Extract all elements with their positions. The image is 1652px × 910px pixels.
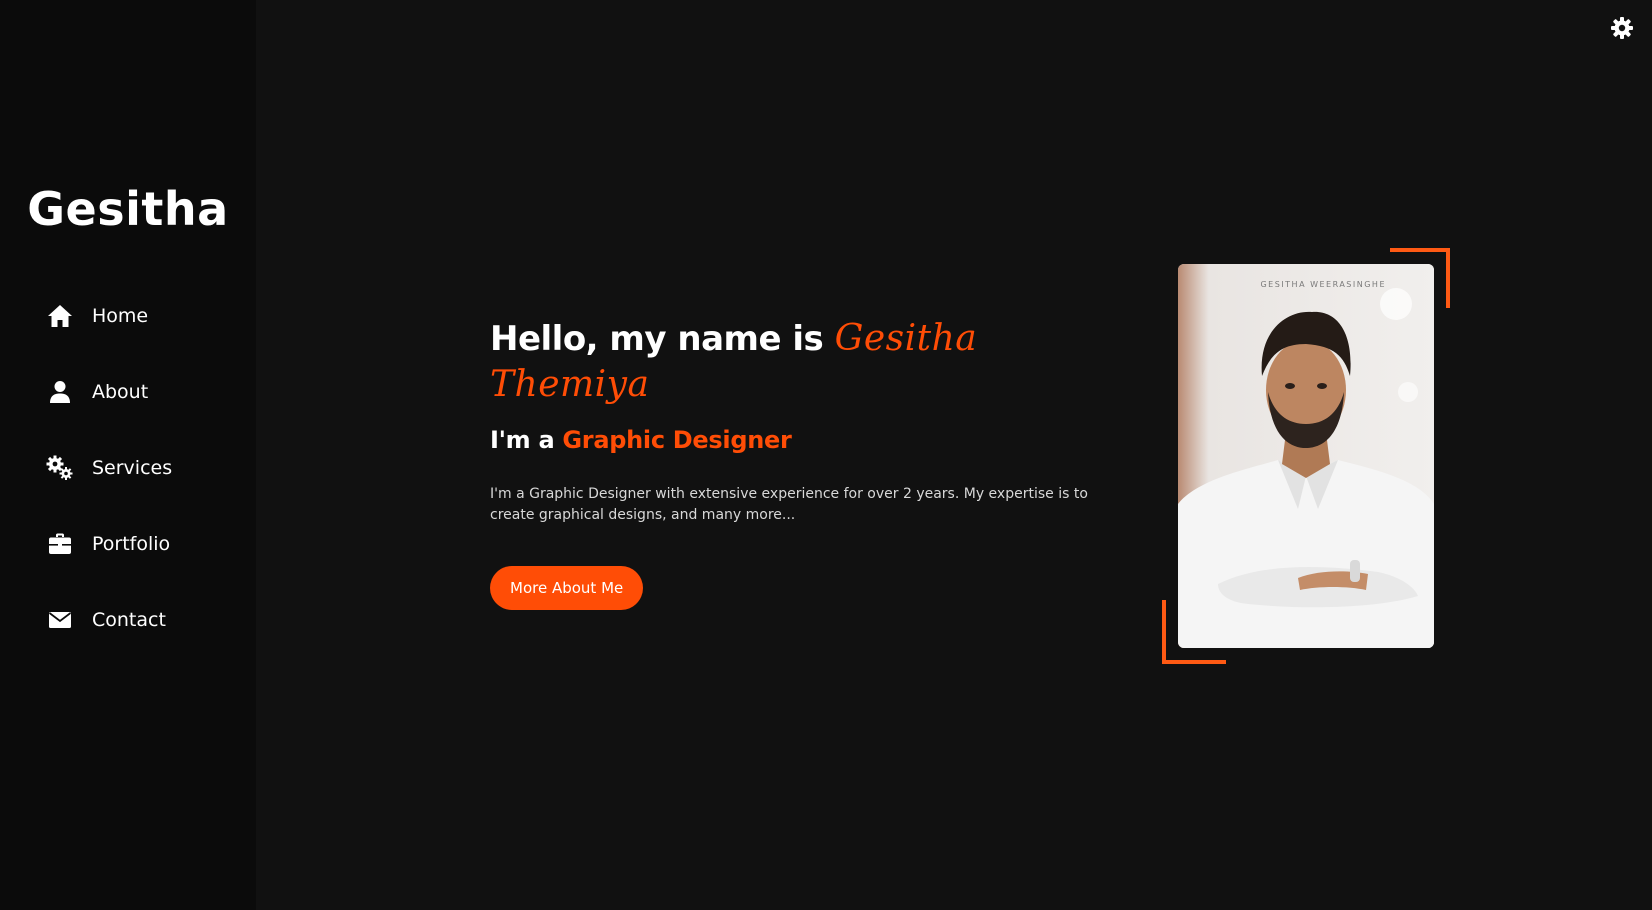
hero-title-prefix: Hello, my name is — [490, 319, 835, 359]
hero-description: I'm a Graphic Designer with extensive ex… — [490, 486, 1088, 523]
gears-icon — [46, 454, 74, 482]
sidebar-item-services[interactable]: Services — [0, 444, 256, 492]
sidebar-item-label: Portfolio — [92, 533, 171, 555]
page: Gesitha Home About Services Portfolio Co… — [0, 0, 1652, 910]
portrait-watermark: GESITHA WEERASINGHE — [1260, 280, 1386, 289]
hero-title: Hello, my name is Gesitha Themiya — [490, 316, 1130, 408]
sidebar-nav: Home About Services Portfolio Contact — [0, 292, 256, 672]
sidebar-item-label: Home — [92, 305, 149, 327]
profile-photo: GESITHA WEERASINGHE — [1178, 264, 1434, 648]
sidebar-item-contact[interactable]: Contact — [0, 596, 256, 644]
sidebar-item-about[interactable]: About — [0, 368, 256, 416]
briefcase-icon — [46, 530, 74, 558]
logo[interactable]: Gesitha — [0, 178, 256, 240]
portrait-illustration — [1178, 264, 1434, 648]
portrait-frame: GESITHA WEERASINGHE — [1162, 248, 1450, 664]
sidebar-item-label: Services — [92, 457, 173, 479]
sidebar: Gesitha Home About Services Portfolio Co… — [0, 0, 256, 910]
home-icon — [46, 302, 74, 330]
hero-section: Hello, my name is Gesitha Themiya I'm a … — [490, 316, 1130, 610]
envelope-icon — [46, 606, 74, 634]
sidebar-item-label: Contact — [92, 609, 166, 631]
more-about-me-button[interactable]: More About Me — [490, 566, 644, 610]
theme-toggle-button[interactable] — [1608, 16, 1636, 44]
hero-role: I'm a Graphic Designer — [490, 424, 1130, 456]
user-icon — [46, 378, 74, 406]
sidebar-item-label: About — [92, 381, 149, 403]
hero-role-highlight: Graphic Designer — [562, 426, 792, 454]
gear-icon — [1610, 16, 1634, 45]
sidebar-item-portfolio[interactable]: Portfolio — [0, 520, 256, 568]
sidebar-item-home[interactable]: Home — [0, 292, 256, 340]
hero-role-prefix: I'm a — [490, 426, 563, 454]
